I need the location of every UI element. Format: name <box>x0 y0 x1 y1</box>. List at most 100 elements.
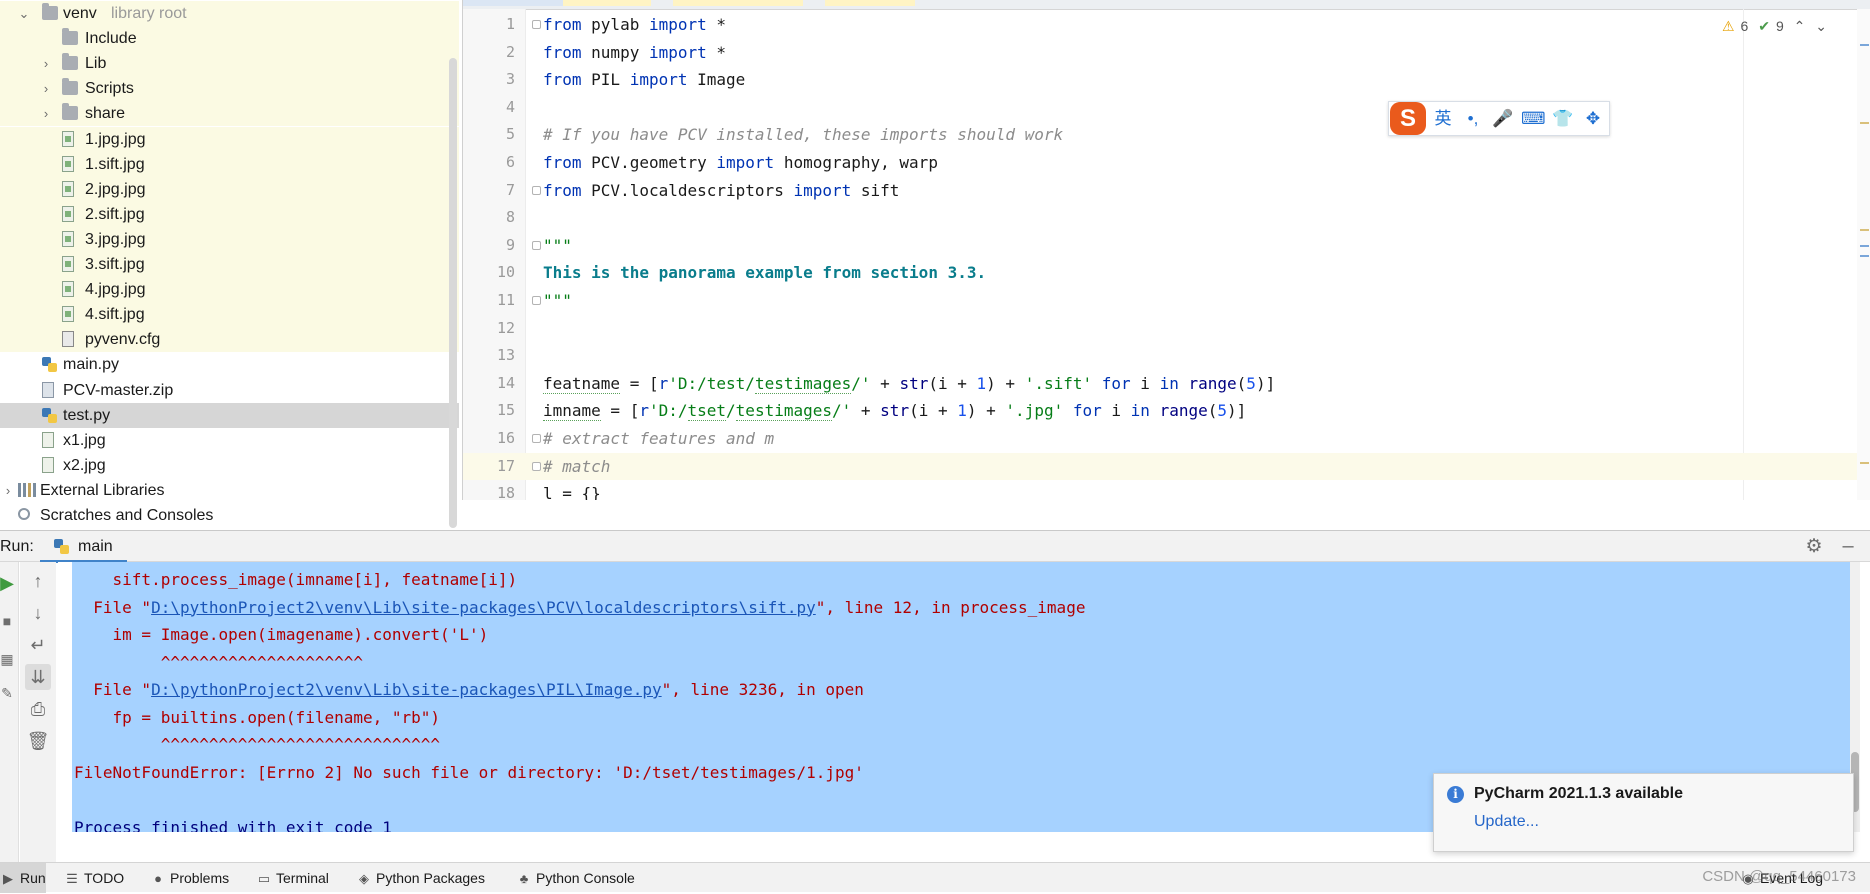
run-toolwindow-header: Run: main ⚙ – <box>0 530 1870 563</box>
file-icon <box>62 130 74 147</box>
code-line[interactable]: 5 # If you have PCV installed, these impo… <box>463 121 1870 149</box>
toolbox-icon[interactable]: ✥ <box>1581 106 1605 131</box>
code-line[interactable]: 6 from PCV.geometry import homography, wa… <box>463 149 1870 177</box>
tree-item[interactable]: x1.jpg <box>0 428 459 453</box>
inspection-widget[interactable]: ⚠ 6 ✔ 9 ⌃ ⌄ <box>1716 14 1827 38</box>
tree-item[interactable]: Scratches and Consoles <box>0 503 459 528</box>
code-line[interactable]: 12 <box>463 315 1870 343</box>
toolwindow-button-python-console[interactable]: ♣ Python Console <box>516 863 666 893</box>
tree-item-label: test.py <box>63 406 111 424</box>
ime-lang-button[interactable]: 英 <box>1431 106 1455 131</box>
ime-punct-button[interactable]: •, <box>1461 106 1485 131</box>
code-line[interactable]: 18 l = {} <box>463 480 1870 500</box>
editor-tab[interactable] <box>563 0 651 6</box>
update-link[interactable]: Update... <box>1474 813 1539 831</box>
code-line[interactable]: 1 from pylab import * <box>463 11 1870 39</box>
chevron-right-icon[interactable]: › <box>40 76 52 101</box>
chevron-right-icon[interactable]: › <box>2 478 14 503</box>
up-arrow-icon[interactable]: ↑ <box>25 568 51 594</box>
chevron-down-icon[interactable]: ⌄ <box>18 1 30 26</box>
tree-item[interactable]: 3.sift.jpg <box>0 252 459 277</box>
tree-item[interactable]: 2.jpg.jpg <box>0 176 459 202</box>
chevron-down-icon[interactable]: ⌄ <box>1815 18 1827 34</box>
chevron-up-icon[interactable]: ⌃ <box>1794 18 1806 34</box>
editor-tab[interactable] <box>825 0 915 6</box>
trash-icon[interactable]: 🗑 <box>25 728 51 754</box>
tree-item[interactable]: › share <box>0 101 459 127</box>
code-line[interactable]: 14 featname = [r'D:/test/testimages/' + s… <box>463 370 1870 398</box>
code-line[interactable]: 10 This is the panorama example from sect… <box>463 259 1870 287</box>
ime-toolbar[interactable]: S 英 •, 🎤 ⌨ 👕 ✥ <box>1388 101 1610 136</box>
file-link[interactable]: D:\pythonProject2\venv\Lib\site-packages… <box>151 680 662 699</box>
soft-wrap-icon[interactable]: ↵ <box>25 632 51 658</box>
skin-icon[interactable]: 👕 <box>1551 106 1575 131</box>
tree-item-label: share <box>85 105 126 123</box>
fold-marker-icon[interactable] <box>532 461 541 471</box>
toolwindow-button-terminal[interactable]: ▭ Terminal <box>256 863 352 893</box>
fold-marker-icon[interactable] <box>532 296 541 305</box>
tree-item[interactable]: Include <box>0 26 459 52</box>
project-scrollbar[interactable] <box>449 58 457 528</box>
hide-icon[interactable]: – <box>1838 536 1858 557</box>
editor-tab[interactable] <box>673 0 803 6</box>
code-line[interactable]: 4 <box>463 94 1870 122</box>
code-line[interactable]: 9 """ <box>463 232 1870 260</box>
code-line[interactable]: 17 # match <box>463 452 1870 481</box>
chevron-right-icon[interactable]: › <box>40 101 52 126</box>
tree-item[interactable]: › External Libraries <box>0 478 459 503</box>
pin-icon[interactable]: ✎ <box>0 680 20 706</box>
print-icon[interactable]: ⎙ <box>25 696 51 722</box>
code-line[interactable]: 7 from PCV.localdescriptors import sift <box>463 177 1870 205</box>
code-line[interactable]: 15 imname = [r'D:/tset/testimages/' + str… <box>463 397 1870 425</box>
chevron-right-icon[interactable]: › <box>40 51 52 76</box>
code-line[interactable]: 11 """ <box>463 287 1870 315</box>
error-stripe[interactable] <box>1857 9 1870 500</box>
fold-marker-icon[interactable] <box>532 434 541 443</box>
tree-item[interactable]: x2.jpg <box>0 453 459 478</box>
code-line[interactable]: 3 from PIL import Image <box>463 66 1870 94</box>
toolwindow-button-todo[interactable]: ☰ TODO <box>64 863 144 893</box>
tree-item[interactable]: 3.jpg.jpg <box>0 226 459 252</box>
tree-item[interactable]: pyvenv.cfg <box>0 327 459 353</box>
tree-item[interactable]: › Lib <box>0 51 459 77</box>
run-tab-main[interactable]: main <box>40 531 127 563</box>
code-text: """ <box>543 235 572 255</box>
toolwindow-button-problems[interactable]: ● Problems <box>150 863 250 893</box>
down-arrow-icon[interactable]: ↓ <box>25 600 51 626</box>
tree-item[interactable]: 2.sift.jpg <box>0 201 459 227</box>
code-line[interactable]: 2 from numpy import * <box>463 39 1870 67</box>
tree-item[interactable]: ⌄ venv library root <box>0 1 459 26</box>
tree-item[interactable]: 1.sift.jpg <box>0 151 459 177</box>
gear-icon[interactable]: ⚙ <box>1804 537 1824 557</box>
code-line[interactable]: 8 <box>463 204 1870 232</box>
code-line[interactable]: 13 <box>463 342 1870 370</box>
stop-icon[interactable]: ■ <box>0 608 20 634</box>
editor-tab-strip[interactable] <box>463 0 1870 10</box>
microphone-icon[interactable]: 🎤 <box>1491 106 1515 131</box>
tree-item[interactable]: 1.jpg.jpg <box>0 126 459 152</box>
folder-icon <box>62 78 78 96</box>
file-link[interactable]: D:\pythonProject2\venv\Lib\site-packages… <box>151 598 816 617</box>
toolwindow-button-python-packages[interactable]: ◈ Python Packages <box>356 863 512 893</box>
fold-marker-icon[interactable] <box>532 20 541 29</box>
scroll-to-end-icon[interactable]: ⇊ <box>25 664 51 690</box>
weak-warning-icon: ✔ <box>1758 18 1770 34</box>
console-line: im = Image.open(imagename).convert('L') <box>74 625 489 644</box>
keyboard-icon[interactable]: ⌨ <box>1521 106 1546 131</box>
tree-item[interactable]: test.py <box>0 402 459 428</box>
sogou-logo-icon[interactable]: S <box>1390 102 1426 135</box>
tree-item[interactable]: 4.sift.jpg <box>0 302 459 328</box>
rerun-icon[interactable]: ▶ <box>0 570 20 596</box>
fold-marker-icon[interactable] <box>532 185 541 195</box>
editor-tab[interactable] <box>463 0 563 6</box>
tree-item[interactable]: › Scripts <box>0 76 459 102</box>
tree-item[interactable]: 4.jpg.jpg <box>0 277 459 303</box>
layout-icon[interactable]: ▦ <box>0 646 20 672</box>
toolwindow-button-label: Problems <box>170 870 230 886</box>
tree-item[interactable]: main.py <box>0 352 459 377</box>
code-editor[interactable]: 1 from pylab import * 2 from numpy import *… <box>462 0 1870 500</box>
toolwindow-button-run[interactable]: ▶ Run <box>0 863 46 893</box>
tree-item[interactable]: PCV-master.zip <box>0 378 459 403</box>
fold-marker-icon[interactable] <box>532 240 541 250</box>
code-line[interactable]: 16 # extract features and m <box>463 425 1870 453</box>
